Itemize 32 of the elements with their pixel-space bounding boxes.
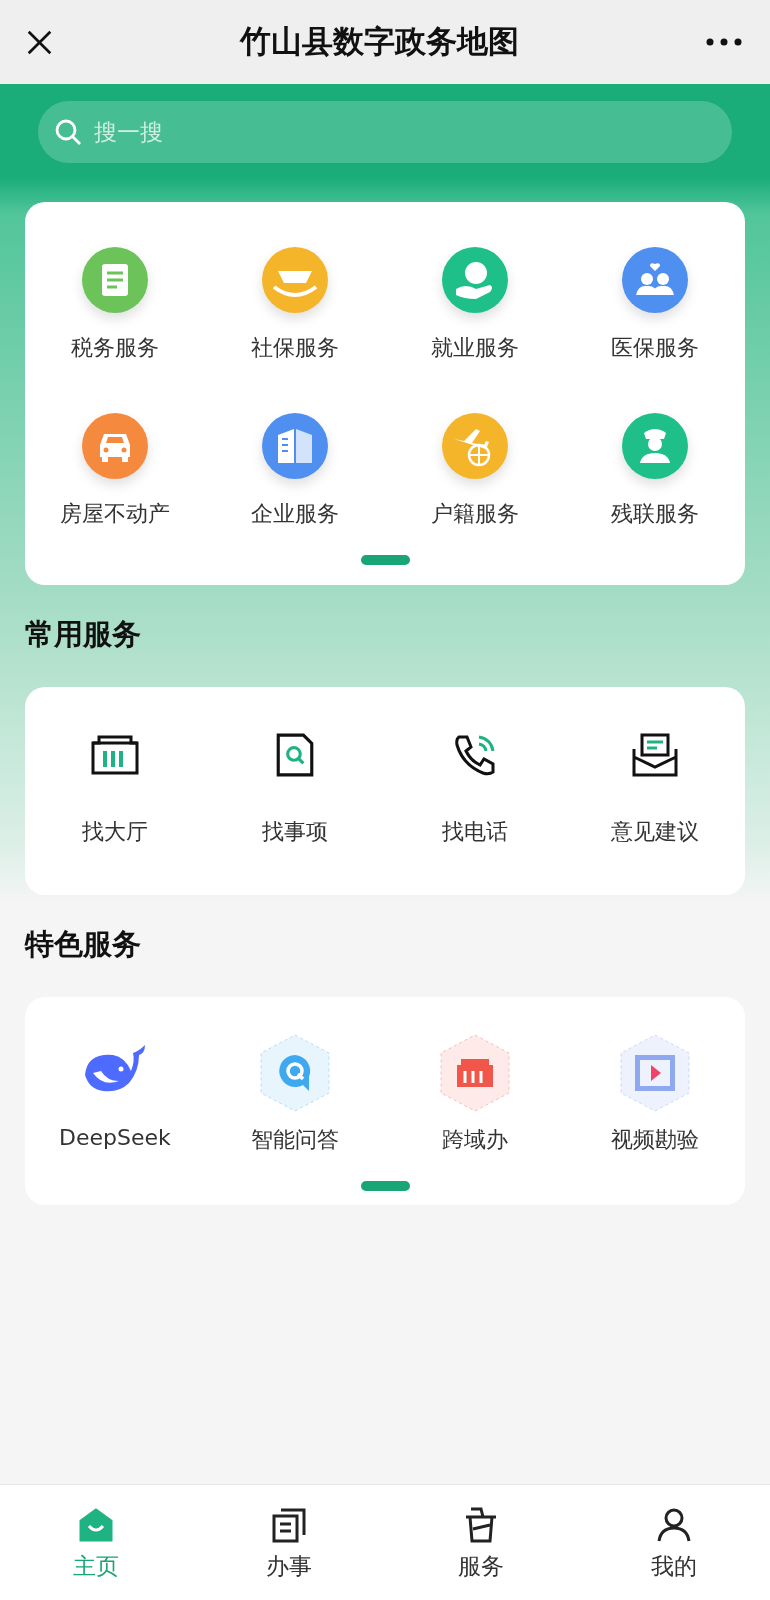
- more-icon[interactable]: [706, 38, 742, 46]
- service-button[interactable]: 找事项: [205, 733, 385, 847]
- page-indicator: [360, 555, 410, 565]
- search-icon: [54, 118, 82, 146]
- service-button[interactable]: 户籍服务: [385, 413, 565, 529]
- service-button[interactable]: 税务服务: [25, 247, 205, 363]
- service-button[interactable]: 跨域办: [385, 1031, 565, 1155]
- service-button[interactable]: 找大厅: [25, 733, 205, 847]
- section-title: 特色服务: [23, 926, 142, 963]
- service-button[interactable]: DeepSeek: [25, 1031, 205, 1155]
- home-icon: [78, 1507, 115, 1543]
- service-button[interactable]: 社保服务: [205, 247, 385, 363]
- person-icon: [655, 1507, 692, 1543]
- service-button[interactable]: 找电话: [385, 733, 565, 847]
- service-button[interactable]: 视频勘验: [565, 1031, 745, 1155]
- section-title: 常用服务: [24, 616, 142, 653]
- service-button[interactable]: 医保服务: [565, 247, 745, 363]
- building-icon: [91, 733, 139, 777]
- tab-button[interactable]: 办事: [192, 1485, 385, 1600]
- page-title: 竹山县数字政务地图: [240, 22, 519, 61]
- tab-button[interactable]: 服务: [385, 1485, 578, 1600]
- service-button[interactable]: 残联服务: [565, 413, 745, 529]
- service-button[interactable]: 房屋不动产: [25, 413, 205, 529]
- page-indicator: [360, 1181, 410, 1191]
- service-button[interactable]: 企业服务: [205, 413, 385, 529]
- documents-icon: [270, 1507, 307, 1543]
- service-button[interactable]: 就业服务: [385, 247, 565, 363]
- envelope-icon: [631, 733, 679, 777]
- service-button[interactable]: 智能问答: [205, 1031, 385, 1155]
- tab-button[interactable]: 我的: [577, 1485, 770, 1600]
- close-icon[interactable]: [26, 28, 53, 56]
- service-button[interactable]: 意见建议: [565, 733, 745, 847]
